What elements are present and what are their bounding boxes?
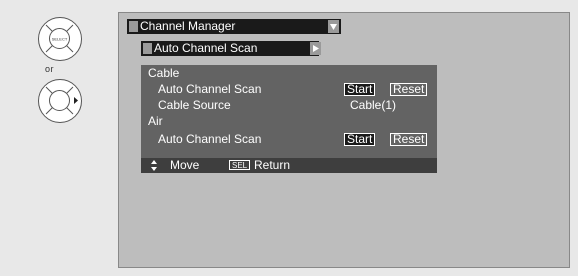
air-reset-button[interactable]: Reset (390, 133, 428, 146)
tv-screen: Channel Manager Auto Channel Scan Cable … (118, 12, 570, 268)
submenu-title: Auto Channel Scan (154, 41, 258, 55)
air-start-button[interactable]: Start (344, 133, 376, 146)
air-auto-scan-label: Auto Channel Scan (158, 132, 262, 146)
or-label: or (45, 64, 55, 74)
menu-square-icon (129, 21, 138, 32)
select-button-label: SELECT (52, 37, 68, 42)
auto-channel-scan-panel: Cable Auto Channel Scan Start Reset Cabl… (141, 65, 437, 171)
cable-reset-button[interactable]: Reset (390, 83, 428, 96)
move-hint: Move (170, 158, 200, 172)
channel-manager-menu-bar[interactable]: Channel Manager (127, 19, 341, 34)
submenu-square-icon (143, 43, 152, 54)
cable-auto-scan-label: Auto Channel Scan (158, 82, 262, 96)
dpad-right-arrow-icon (45, 86, 78, 115)
up-down-arrow-icon (151, 160, 157, 171)
dpad-select-icon: SELECT (45, 24, 74, 53)
menu-title: Channel Manager (140, 19, 236, 33)
cable-source-label: Cable Source (158, 98, 231, 112)
return-hint: Return (254, 158, 291, 172)
navigation-help-bar: Move SEL Return (141, 158, 437, 173)
auto-channel-scan-menu-bar[interactable]: Auto Channel Scan (141, 41, 321, 56)
dpad-right-button[interactable] (38, 79, 82, 123)
sel-key-icon: SEL (229, 160, 251, 170)
cable-source-value[interactable]: Cable(1) (350, 99, 396, 112)
cable-start-button[interactable]: Start (344, 83, 376, 96)
remote-illustration: SELECT or (0, 0, 118, 276)
dropdown-arrow-icon[interactable] (328, 20, 339, 33)
select-button[interactable]: SELECT (38, 17, 82, 61)
submenu-arrow-icon[interactable] (310, 42, 321, 55)
cable-header: Cable (148, 66, 180, 80)
air-header: Air (148, 114, 163, 128)
